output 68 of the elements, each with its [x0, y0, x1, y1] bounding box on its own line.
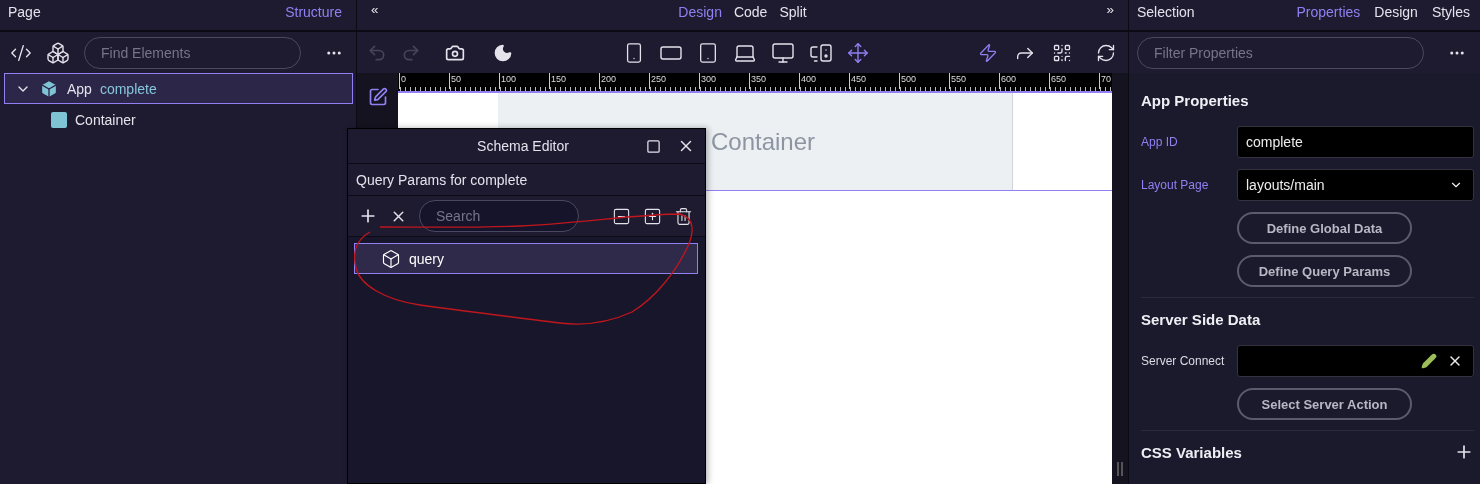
view-tab[interactable]: Design: [678, 2, 722, 22]
resize-handle[interactable]: [1117, 462, 1123, 476]
ruler-label: 400: [799, 73, 849, 89]
field-label: Layout Page: [1141, 178, 1210, 192]
move-icon[interactable]: [846, 41, 869, 64]
ruler-label: 300: [699, 73, 749, 89]
ruler-label: 600: [999, 73, 1049, 89]
qr-code-icon[interactable]: [1052, 42, 1072, 63]
ruler-label: 50: [449, 73, 499, 89]
tree-item-id: complete: [99, 80, 157, 97]
cube-icon: [39, 78, 59, 99]
boxes-icon[interactable]: [46, 40, 70, 65]
ruler-label: 650: [1049, 73, 1099, 89]
tree-item[interactable]: App complete: [4, 73, 353, 104]
panel-tab[interactable]: Properties: [1296, 2, 1361, 22]
search-field[interactable]: Search: [419, 200, 579, 232]
tree-item-label: Container: [75, 111, 136, 128]
search-field[interactable]: Find Elements: [84, 36, 301, 69]
edit-icon[interactable]: [367, 87, 388, 107]
view-tab[interactable]: Split: [779, 2, 807, 22]
maximize-icon[interactable]: [646, 138, 661, 154]
ruler-label: 350: [749, 73, 799, 89]
monitor-icon[interactable]: [770, 40, 795, 65]
select-field[interactable]: layouts/main: [1237, 169, 1474, 201]
ruler-label: 250: [649, 73, 699, 89]
panel-title: Page: [8, 3, 41, 22]
panel-title: Selection: [1137, 3, 1195, 22]
field-label: App ID: [1141, 135, 1179, 149]
trash-icon[interactable]: [674, 206, 693, 226]
ruler-label: 150: [549, 73, 599, 89]
view-tab[interactable]: Code: [733, 2, 768, 22]
tree-item-label: App: [67, 80, 92, 97]
dialog-title: Schema Editor: [476, 138, 570, 154]
ruler-label: 200: [599, 73, 649, 89]
moon-icon[interactable]: [493, 42, 513, 63]
expand-icon[interactable]: [643, 206, 662, 226]
collapse-right-button[interactable]: »: [1106, 2, 1114, 17]
field-label: Server Connect: [1141, 354, 1226, 368]
tree-item[interactable]: Container: [4, 104, 353, 135]
ruler-label: 100: [499, 73, 549, 89]
refresh-icon[interactable]: [1096, 42, 1116, 63]
filter-field[interactable]: Filter Properties: [1137, 36, 1424, 69]
cube-icon: [381, 248, 401, 269]
square-icon: [51, 111, 67, 128]
ruler-label: 550: [949, 73, 999, 89]
schema-item[interactable]: query: [354, 243, 698, 274]
section-title: CSS Variables: [1141, 442, 1242, 463]
section-title: App Properties: [1141, 90, 1249, 111]
container-label: Container: [709, 127, 816, 156]
picker-field[interactable]: [1237, 345, 1474, 377]
panel-tab[interactable]: Styles: [1431, 2, 1470, 22]
structure-tab[interactable]: Structure: [285, 2, 342, 22]
schema-item-label: query: [409, 250, 445, 267]
action-button[interactable]: Select Server Action: [1237, 388, 1412, 420]
ruler-label: 500: [899, 73, 949, 89]
collapse-left-button[interactable]: «: [371, 2, 379, 17]
collapse-icon[interactable]: [612, 206, 631, 226]
action-button[interactable]: Define Global Data: [1237, 212, 1412, 244]
panel-tab[interactable]: Design: [1374, 2, 1418, 22]
ruler-label: 0: [399, 73, 449, 89]
action-button[interactable]: Define Query Params: [1237, 255, 1412, 287]
dialog-subtitle: Query Params for complete: [356, 171, 528, 188]
section-title: Server Side Data: [1141, 309, 1261, 330]
lightning-icon[interactable]: [978, 42, 998, 63]
ruler-label: 70: [1099, 73, 1112, 89]
pencil-icon[interactable]: [1421, 353, 1437, 369]
ruler-label: 450: [849, 73, 899, 89]
text-field[interactable]: complete: [1237, 126, 1474, 158]
